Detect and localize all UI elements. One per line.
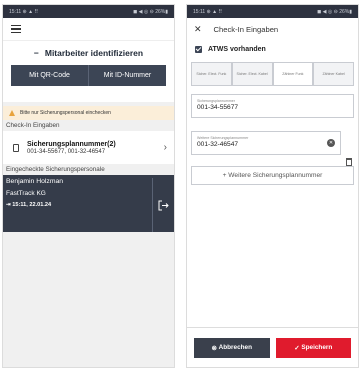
- chevron-right-icon: ›: [163, 142, 167, 153]
- status-time: 15:11: [9, 8, 22, 15]
- document-icon: [13, 143, 19, 152]
- option-sicher-elect-funk[interactable]: Sicher. Elect. Funk: [191, 62, 232, 86]
- status-bar: 15:11 ⊕ ▲ ⠿ ◼ ◀ ◎ ⊖ 26%▮: [187, 5, 358, 18]
- device-options: Sicher. Elect. Funk Sicher. Elect. Kabel…: [191, 62, 354, 86]
- field-label: Weitere Sicherungsplannummer: [197, 136, 249, 140]
- plan-title: Sicherungsplannummer(2): [27, 140, 116, 148]
- status-bar: 15:11 ⊕ ▲ ⠿ ◼ ◀ ◎ ⊖ 26%▮: [3, 5, 174, 18]
- atws-checkbox-row[interactable]: ATWS vorhanden: [187, 40, 358, 58]
- identify-title: Mitarbeiter identifizieren: [44, 48, 144, 58]
- stage: 15:11 ⊕ ▲ ⠿ ◼ ◀ ◎ ⊖ 26%▮ − Mitarbeiter i…: [0, 0, 361, 371]
- clear-icon[interactable]: ✕: [327, 139, 335, 147]
- cancel-button[interactable]: ⊗ Abbrechen: [194, 337, 270, 358]
- phone-checkin-form: 15:11 ⊕ ▲ ⠿ ◼ ◀ ◎ ⊖ 26%▮ ✕ Check-In Eing…: [186, 4, 359, 368]
- checkbox-checked-icon[interactable]: [195, 45, 202, 53]
- top-bar: [3, 18, 174, 40]
- plan-numbers-card[interactable]: Sicherungsplannummer(2) 001-34-55677, 00…: [3, 131, 174, 164]
- add-plan-number-button[interactable]: + Weitere Sicherungsplannummer: [191, 166, 354, 185]
- field-label: Sicherungsplannummer: [197, 99, 235, 103]
- atws-label: ATWS vorhanden: [208, 45, 266, 53]
- status-time: 15:11: [193, 8, 206, 15]
- checkout-button[interactable]: [152, 178, 174, 232]
- plan-text: Sicherungsplannummer(2) 001-34-55677, 00…: [27, 141, 164, 155]
- status-icons-left: ⊕ ▲ ⠿: [22, 8, 39, 15]
- hamburger-icon[interactable]: [11, 25, 21, 33]
- person-name: Benjamin Holzman: [6, 178, 64, 185]
- qr-code-button[interactable]: Mit QR-Code: [11, 65, 88, 86]
- person-checkin-time: ⇥ 15:11, 22.01.24: [6, 202, 152, 208]
- form-title: Check-In Eingaben: [213, 24, 279, 34]
- trash-icon[interactable]: [346, 158, 352, 166]
- warning-icon: [9, 110, 15, 116]
- logout-icon: [158, 200, 169, 210]
- option-zaehlner-kabel[interactable]: Zählner Kabel: [313, 62, 354, 86]
- status-icons-right: ◼ ◀ ◎ ⊖ 26%▮: [133, 8, 168, 15]
- option-zaehlner-funk[interactable]: Zählner Funk: [272, 62, 314, 86]
- plan-numbers: 001-34-55677, 001-32-46547: [27, 148, 106, 155]
- status-icons-left: ⊕ ▲ ⠿: [206, 8, 223, 15]
- cancel-icon: ⊗: [211, 344, 219, 352]
- field-value: 001-34-55677: [197, 104, 239, 111]
- plan-number-field[interactable]: Sicherungsplannummer 001-34-55677: [191, 94, 354, 118]
- option-sicher-elect-kabel[interactable]: Sicher. Elect. Kabel: [231, 62, 273, 86]
- close-icon[interactable]: ✕: [194, 24, 202, 35]
- identify-header[interactable]: − Mitarbeiter identifizieren: [3, 41, 174, 65]
- person-company: FastTrack KG: [6, 190, 46, 197]
- additional-plan-number-field[interactable]: Weitere Sicherungsplannummer 001-32-4654…: [191, 131, 341, 155]
- field-value: 001-32-46547: [197, 141, 239, 148]
- login-icon: ⇥: [6, 202, 11, 208]
- identify-method-segment: Mit QR-Code Mit ID-Nummer: [11, 65, 166, 86]
- person-info: Benjamin Holzman FastTrack KG ⇥ 15:11, 2…: [6, 178, 152, 232]
- save-label: Speichern: [301, 344, 333, 351]
- check-icon: ✓: [294, 344, 302, 352]
- checkin-section-label: Check-In Eingaben: [6, 122, 60, 129]
- warning-text: Bitte nur Sicherungspersonal einchecken: [20, 110, 111, 116]
- checked-in-section-label: Eingecheckte Sicherungspersonale: [6, 166, 105, 173]
- identify-panel: − Mitarbeiter identifizieren Mit QR-Code…: [3, 40, 174, 102]
- id-number-button[interactable]: Mit ID-Nummer: [88, 65, 166, 86]
- cancel-label: Abbrechen: [218, 344, 253, 351]
- form-header: ✕ Check-In Eingaben: [187, 18, 358, 40]
- save-button[interactable]: ✓ Speichern: [275, 337, 351, 358]
- collapse-icon: −: [33, 48, 39, 58]
- warning-banner: Bitte nur Sicherungspersonal einchecken: [3, 106, 174, 120]
- person-time-text: 15:11, 22.01.24: [12, 202, 52, 208]
- action-bar: ⊗ Abbrechen ✓ Speichern: [187, 327, 358, 367]
- status-icons-right: ◼ ◀ ◎ ⊖ 26%▮: [317, 8, 352, 15]
- checked-in-person-card: Benjamin Holzman FastTrack KG ⇥ 15:11, 2…: [3, 175, 174, 232]
- phone-checkin-overview: 15:11 ⊕ ▲ ⠿ ◼ ◀ ◎ ⊖ 26%▮ − Mitarbeiter i…: [2, 4, 175, 368]
